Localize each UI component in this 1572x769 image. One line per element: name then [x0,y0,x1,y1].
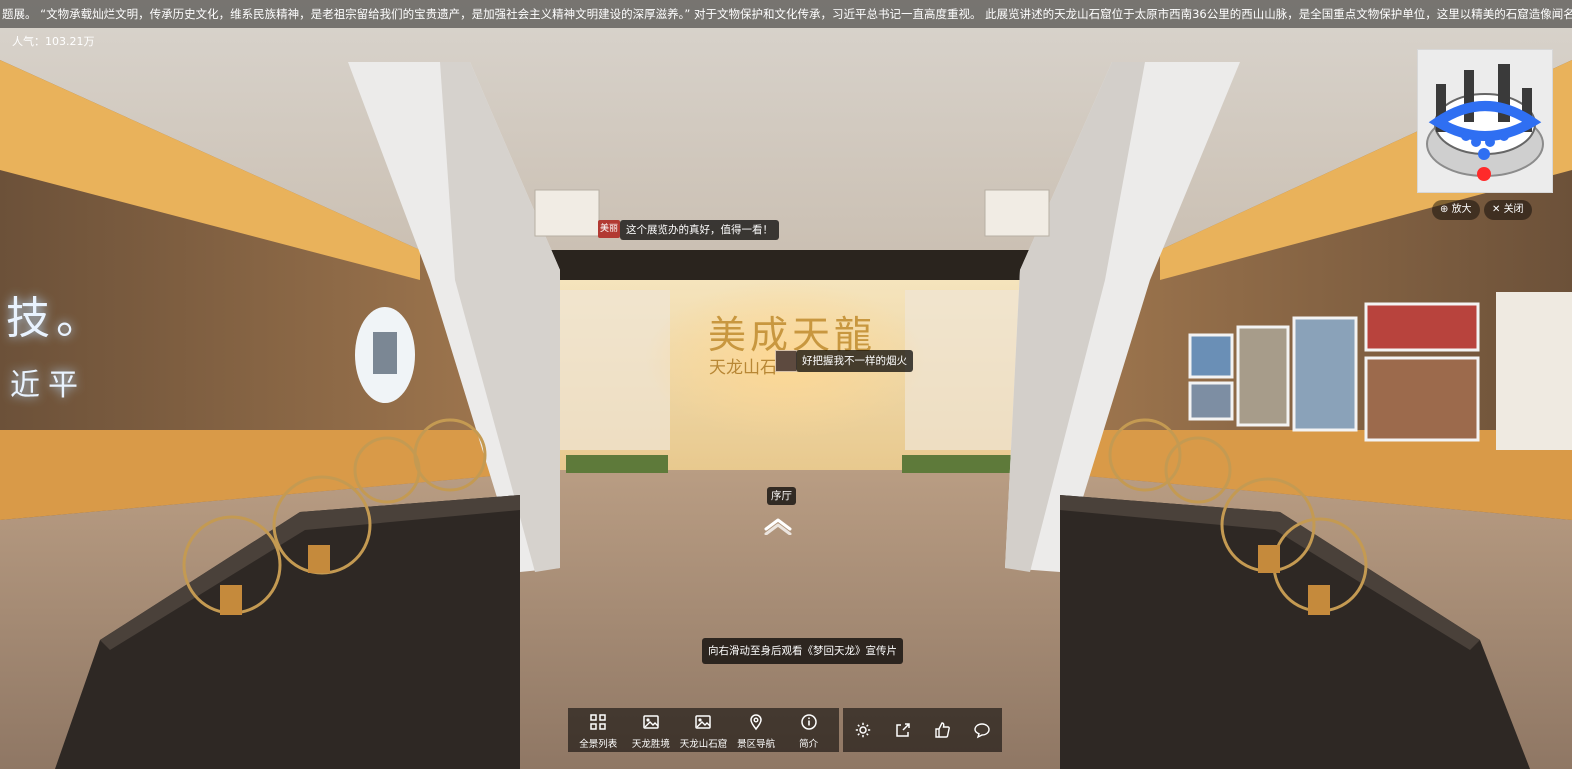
comment-avatar-2[interactable] [775,350,797,372]
zoom-icon: ⊕ [1440,204,1452,215]
toolbar-tianlong-scenery[interactable]: 天龙胜境 [625,710,678,750]
scene-node-label[interactable]: 序厅 [767,487,796,505]
comment-text-2: 好把握我不一样的烟火 [802,355,907,367]
toolbar-tianlong-grottoes[interactable]: 天龙山石窟 [677,710,730,750]
share-icon[interactable] [889,716,917,744]
settings-gear-icon[interactable] [849,716,877,744]
image-icon [637,710,665,734]
location-pin-icon [742,710,770,734]
bottom-toolbar: 全景列表 天龙胜境 天龙山石窟 景区导航 简介 [568,708,1002,752]
scene-nav-group: 全景列表 天龙胜境 天龙山石窟 景区导航 简介 [568,708,839,752]
like-thumb-icon[interactable] [928,716,956,744]
minimap-close-button[interactable]: ✕ 关闭 [1484,200,1532,220]
comment-bubble-2[interactable]: 好把握我不一样的烟火 [796,350,913,372]
announcement-ticker: 题展。 “文物承载灿烂文明，传承历史文化，维系民族精神，是老祖宗留给我们的宝贵遗… [0,0,1572,28]
toolbar-panorama-list[interactable]: 全景列表 [572,710,625,750]
popularity-count: 人气：103.21万 [12,35,95,48]
left-wall-text-2: 近平 [10,368,86,403]
grid-icon [584,710,612,734]
forward-arrow-icon[interactable] [764,515,792,535]
toolbar-scenic-navigation[interactable]: 景区导航 [730,710,783,750]
wall-title-subtitle: 天龙山石 [709,358,777,378]
image-icon [689,710,717,734]
minimap-close-label: 关闭 [1503,204,1524,215]
scene-node-label-text: 序厅 [771,490,792,502]
swipe-hint: 向右滑动至身后观看《梦回天龙》宣传片 [702,638,903,664]
comment-text-1: 这个展览办的真好，值得一看！ [626,224,773,236]
scene-action-group [843,708,1002,752]
toolbar-scenic-navigation-label: 景区导航 [737,739,776,750]
ticker-text: 题展。 “文物承载灿烂文明，传承历史文化，维系民族精神，是老祖宗留给我们的宝贵遗… [2,7,1572,21]
comment-avatar-hotspot[interactable]: 美丽 [598,220,620,238]
toolbar-panorama-list-label: 全景列表 [579,739,618,750]
close-icon: ✕ [1492,204,1504,215]
scene-minimap[interactable] [1417,49,1553,193]
swipe-hint-text: 向右滑动至身后观看《梦回天龙》宣传片 [708,645,897,657]
toolbar-tianlong-scenery-label: 天龙胜境 [631,739,670,750]
toolbar-introduction[interactable]: 简介 [782,710,835,750]
minimap-zoom-button[interactable]: ⊕ 放大 [1432,200,1480,220]
info-icon [795,710,823,734]
comment-bubble-1[interactable]: 这个展览办的真好，值得一看！ [620,220,779,240]
toolbar-tianlong-grottoes-label: 天龙山石窟 [679,739,728,750]
minimap-floorplan [1426,64,1544,181]
comment-bubble-icon[interactable] [968,716,996,744]
minimap-zoom-label: 放大 [1451,204,1472,215]
tag-avatar-label: 美丽 [599,224,618,234]
left-wall-text-1: 技。 [6,293,106,344]
toolbar-introduction-label: 简介 [799,739,819,750]
